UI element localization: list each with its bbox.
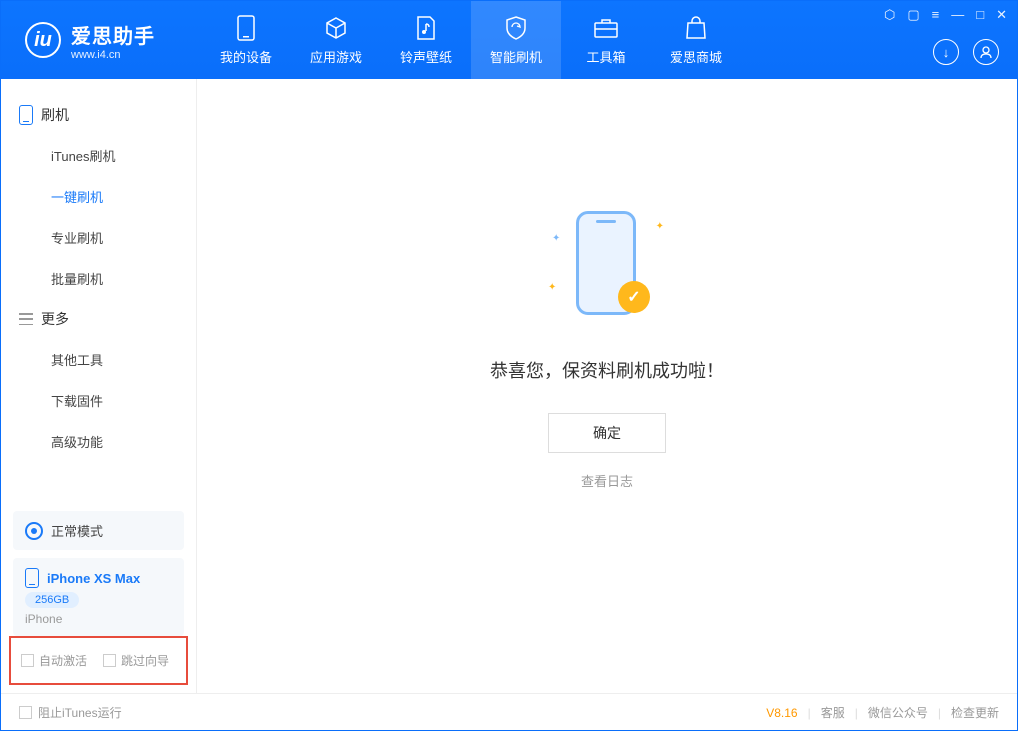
device-name: iPhone XS Max: [47, 571, 140, 586]
sparkle-icon: ✦: [656, 221, 664, 232]
device-type: iPhone: [25, 612, 172, 626]
separator: |: [808, 706, 811, 720]
sparkle-icon: ✦: [548, 282, 556, 293]
phone-icon: [19, 105, 33, 125]
confirm-button[interactable]: 确定: [548, 413, 666, 453]
checkbox-skip-guide[interactable]: 跳过向导: [103, 652, 169, 669]
view-log-link[interactable]: 查看日志: [581, 471, 633, 490]
sidebar-bottom: 正常模式 iPhone XS Max 256GB iPhone 自动激活 跳过向…: [1, 511, 196, 693]
app-footer: 阻止iTunes运行 V8.16 | 客服 | 微信公众号 | 检查更新: [1, 693, 1017, 731]
tab-label: 爱思商城: [670, 47, 722, 66]
tab-smart-flash[interactable]: 智能刷机: [471, 1, 561, 79]
app-subtitle: www.i4.cn: [71, 49, 155, 61]
app-title: 爱思助手: [71, 20, 155, 49]
tab-apps-games[interactable]: 应用游戏: [291, 1, 381, 79]
phone-icon: [25, 568, 39, 588]
mode-icon: [25, 522, 43, 540]
checkbox-block-itunes[interactable]: 阻止iTunes运行: [19, 704, 122, 721]
sidebar-section-flash: 刷机: [1, 95, 196, 135]
toolbox-icon: [593, 15, 619, 41]
separator: |: [855, 706, 858, 720]
sidebar: 刷机 iTunes刷机 一键刷机 专业刷机 批量刷机 更多 其他工具 下载固件 …: [1, 79, 197, 693]
bag-icon: [683, 15, 709, 41]
tab-toolbox[interactable]: 工具箱: [561, 1, 651, 79]
section-title: 刷机: [41, 105, 69, 125]
main-content: ✦ ✦ ✦ ✓ 恭喜您，保资料刷机成功啦！ 确定 查看日志: [197, 79, 1017, 693]
checkbox-auto-activate[interactable]: 自动激活: [21, 652, 87, 669]
options-highlight-box: 自动激活 跳过向导: [9, 636, 188, 685]
logo-area: iu 爱思助手 www.i4.cn: [1, 20, 201, 61]
minimize-button[interactable]: —: [951, 7, 964, 23]
device-box[interactable]: iPhone XS Max 256GB iPhone: [13, 558, 184, 636]
sparkle-icon: ✦: [552, 233, 560, 244]
tab-label: 铃声壁纸: [400, 47, 452, 66]
tab-label: 我的设备: [220, 47, 272, 66]
mode-label: 正常模式: [51, 521, 103, 540]
sidebar-item-pro-flash[interactable]: 专业刷机: [1, 217, 196, 258]
user-button[interactable]: [973, 39, 999, 65]
main-tabs: 我的设备 应用游戏 铃声壁纸 智能刷机 工具箱 爱思商城: [201, 1, 741, 79]
checkbox-label: 跳过向导: [121, 652, 169, 669]
close-button[interactable]: ✕: [996, 7, 1007, 23]
storage-badge: 256GB: [25, 592, 79, 608]
mode-box[interactable]: 正常模式: [13, 511, 184, 550]
tab-label: 工具箱: [586, 47, 625, 66]
app-body: 刷机 iTunes刷机 一键刷机 专业刷机 批量刷机 更多 其他工具 下载固件 …: [1, 79, 1017, 693]
tab-store[interactable]: 爱思商城: [651, 1, 741, 79]
sidebar-item-itunes-flash[interactable]: iTunes刷机: [1, 135, 196, 176]
sidebar-item-advanced[interactable]: 高级功能: [1, 421, 196, 462]
success-message: 恭喜您，保资料刷机成功啦！: [490, 357, 724, 383]
checkmark-badge-icon: ✓: [618, 281, 650, 313]
app-logo-icon: iu: [25, 22, 61, 58]
menu-icon[interactable]: ≡: [932, 7, 940, 23]
checkbox-icon: [19, 706, 32, 719]
separator: |: [938, 706, 941, 720]
shield-sync-icon: [503, 15, 529, 41]
footer-link-wechat[interactable]: 微信公众号: [868, 704, 928, 721]
checkbox-icon: [21, 654, 34, 667]
success-illustration: ✦ ✦ ✦ ✓: [542, 203, 672, 333]
checkbox-label: 阻止iTunes运行: [38, 704, 122, 721]
section-title: 更多: [41, 309, 69, 329]
tab-label: 智能刷机: [490, 47, 542, 66]
footer-right: V8.16 | 客服 | 微信公众号 | 检查更新: [766, 704, 999, 721]
sidebar-item-download-firmware[interactable]: 下载固件: [1, 380, 196, 421]
shirt-icon[interactable]: ⬡: [884, 7, 895, 23]
list-icon: [19, 313, 33, 325]
maximize-button[interactable]: □: [976, 7, 984, 23]
checkbox-icon: [103, 654, 116, 667]
logo-text: 爱思助手 www.i4.cn: [71, 20, 155, 61]
tab-ringtone-wallpaper[interactable]: 铃声壁纸: [381, 1, 471, 79]
cube-icon: [323, 15, 349, 41]
footer-link-update[interactable]: 检查更新: [951, 704, 999, 721]
sidebar-item-other-tools[interactable]: 其他工具: [1, 339, 196, 380]
version-label: V8.16: [766, 706, 797, 720]
header-right-buttons: ↓: [933, 39, 999, 65]
sidebar-item-oneclick-flash[interactable]: 一键刷机: [1, 176, 196, 217]
window-controls: ⬡ ▢ ≡ — □ ✕: [884, 7, 1007, 23]
checkbox-label: 自动激活: [39, 652, 87, 669]
download-button[interactable]: ↓: [933, 39, 959, 65]
sidebar-item-batch-flash[interactable]: 批量刷机: [1, 258, 196, 299]
tab-my-device[interactable]: 我的设备: [201, 1, 291, 79]
sidebar-section-more: 更多: [1, 299, 196, 339]
device-icon: [233, 15, 259, 41]
tab-label: 应用游戏: [310, 47, 362, 66]
notebook-icon[interactable]: ▢: [907, 7, 919, 23]
music-file-icon: [413, 15, 439, 41]
footer-link-support[interactable]: 客服: [821, 704, 845, 721]
app-header: iu 爱思助手 www.i4.cn 我的设备 应用游戏 铃声壁纸 智能刷机 工具…: [1, 1, 1017, 79]
